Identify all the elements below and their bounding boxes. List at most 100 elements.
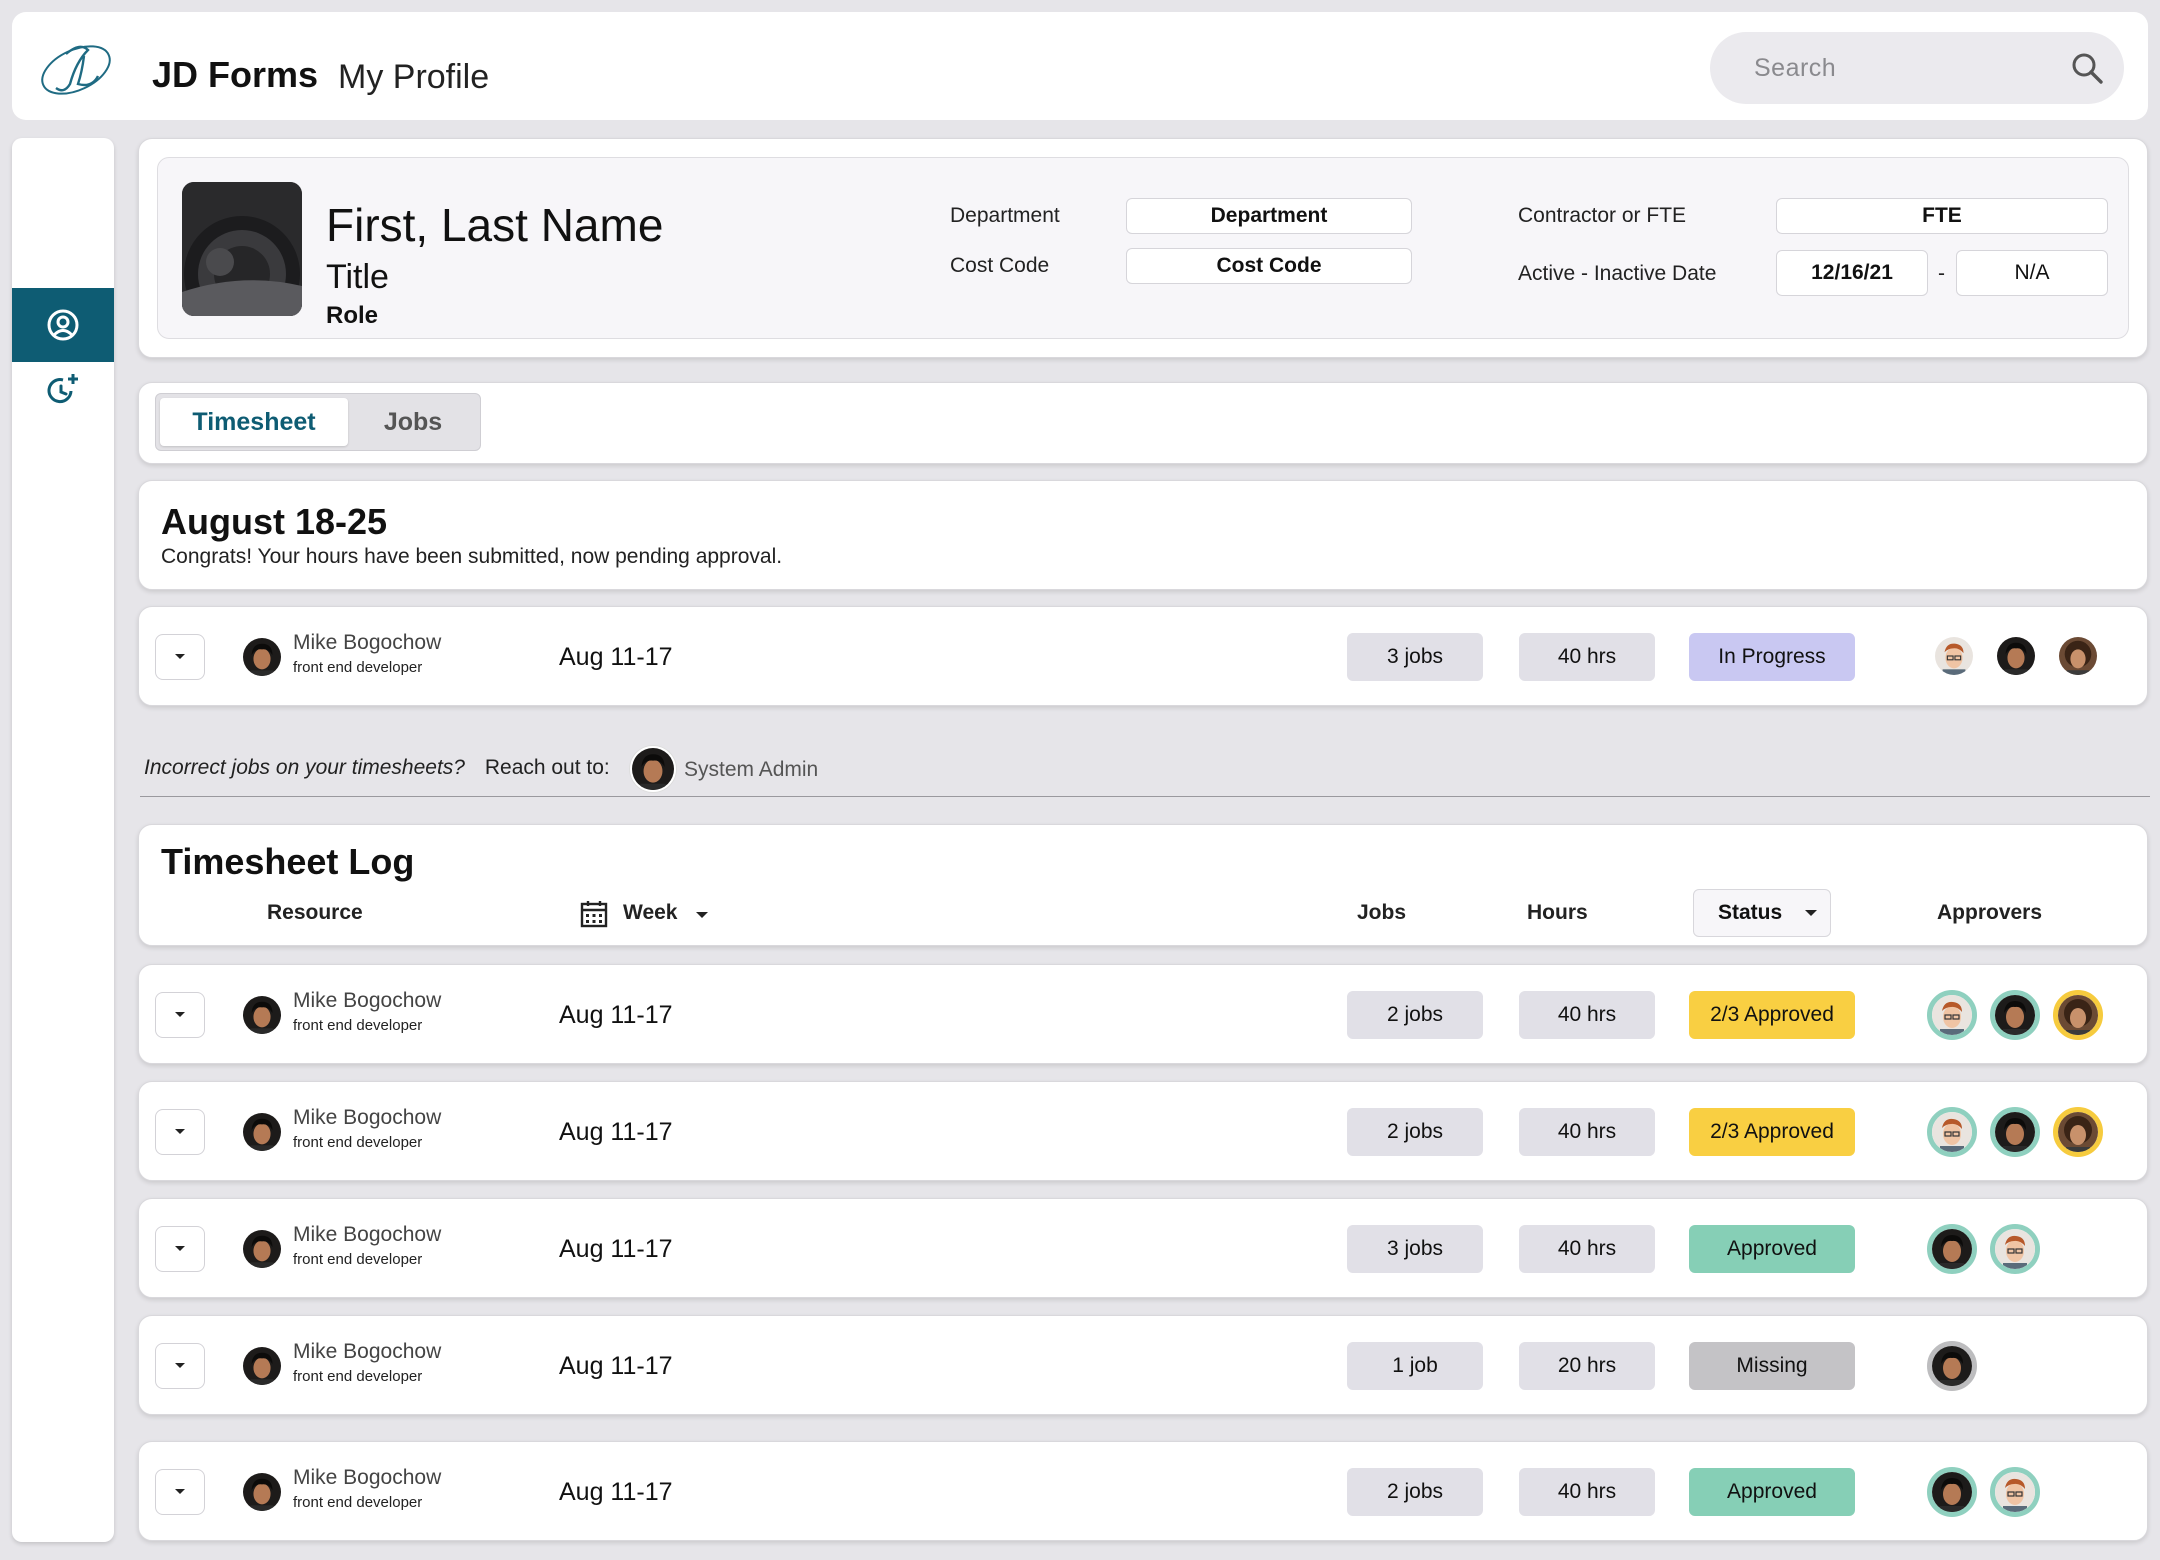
jobs-count: 3 jobs xyxy=(1347,633,1483,681)
status-badge: 2/3 Approved xyxy=(1689,991,1855,1039)
avatar xyxy=(243,638,281,676)
resource-name: Mike Bogochow xyxy=(293,989,442,1012)
department-field[interactable]: Department xyxy=(1126,198,1412,234)
inactive-date-field[interactable]: N/A xyxy=(1956,250,2108,296)
row-week: Aug 11-17 xyxy=(559,1001,673,1029)
status-badge: In Progress xyxy=(1689,633,1855,681)
search-bar[interactable] xyxy=(1710,32,2124,104)
current-week-title: August 18-25 xyxy=(161,501,388,542)
jd-logo[interactable] xyxy=(36,32,116,102)
tab-jobs[interactable]: Jobs xyxy=(348,398,478,446)
expand-button[interactable] xyxy=(155,1109,205,1155)
log-title: Timesheet Log xyxy=(161,841,415,882)
clock-add-icon xyxy=(47,374,78,404)
caret-down-icon xyxy=(175,1129,185,1134)
caret-down-icon xyxy=(175,1489,185,1494)
tab-group: Timesheet Jobs xyxy=(155,393,481,451)
table-row: Mike Bogochow front end developer Aug 11… xyxy=(138,1198,2148,1298)
column-week[interactable]: Week xyxy=(623,901,677,925)
status-filter-dropdown[interactable]: Status xyxy=(1693,889,1831,937)
approver-avatar xyxy=(1927,990,1977,1040)
current-timesheet-row: Mike Bogochow front end developer Aug 11… xyxy=(138,606,2148,706)
profile-card: First, Last Name Title Role Department D… xyxy=(138,138,2148,358)
admin-name[interactable]: System Admin xyxy=(684,758,818,782)
expand-button[interactable] xyxy=(155,1226,205,1272)
divider xyxy=(140,796,2150,797)
row-week: Aug 11-17 xyxy=(559,643,673,671)
sidebar-item-profile-active[interactable] xyxy=(12,288,114,362)
hours-count: 40 hrs xyxy=(1519,1468,1655,1516)
submission-message: Congrats! Your hours have been submitted… xyxy=(161,545,783,568)
status-badge: 2/3 Approved xyxy=(1689,1108,1855,1156)
approver-avatar xyxy=(1935,637,1973,675)
jobs-count: 1 job xyxy=(1347,1342,1483,1390)
resource-name: Mike Bogochow xyxy=(293,1223,442,1246)
caret-down-icon xyxy=(175,1363,185,1368)
resource-name: Mike Bogochow xyxy=(293,1466,442,1489)
contact-question: Incorrect jobs on your timesheets? xyxy=(144,756,465,779)
resource-role: front end developer xyxy=(293,659,423,676)
search-icon[interactable] xyxy=(2070,51,2104,85)
status-badge: Approved xyxy=(1689,1225,1855,1273)
jobs-count: 2 jobs xyxy=(1347,1468,1483,1516)
caret-down-icon xyxy=(175,654,185,659)
resource-name: Mike Bogochow xyxy=(293,1340,442,1363)
expand-button[interactable] xyxy=(155,1343,205,1389)
profile-name: First, Last Name xyxy=(326,199,664,251)
approver-avatar xyxy=(1990,1467,2040,1517)
column-resource: Resource xyxy=(267,901,363,924)
resource-name: Mike Bogochow xyxy=(293,1106,442,1129)
table-row: Mike Bogochow front end developer Aug 11… xyxy=(138,964,2148,1064)
avatar xyxy=(243,1347,281,1385)
resource-name: Mike Bogochow xyxy=(293,631,442,654)
current-week-card: August 18-25 Congrats! Your hours have b… xyxy=(138,480,2148,590)
user-circle-icon xyxy=(47,309,79,341)
contract-label: Contractor or FTE xyxy=(1518,204,1687,227)
table-row: Mike Bogochow front end developer Aug 11… xyxy=(138,1081,2148,1181)
app-name: JD Forms xyxy=(152,54,319,95)
table-row: Mike Bogochow front end developer Aug 11… xyxy=(138,1441,2148,1541)
tabs-card: Timesheet Jobs xyxy=(138,382,2148,464)
contract-field[interactable]: FTE xyxy=(1776,198,2108,234)
tab-timesheet[interactable]: Timesheet xyxy=(160,398,348,446)
expand-button[interactable] xyxy=(155,634,205,680)
approver-avatar xyxy=(1927,1107,1977,1157)
calendar-icon[interactable] xyxy=(579,899,609,929)
approver-avatar xyxy=(1997,637,2035,675)
avatar xyxy=(243,1230,281,1268)
resource-role: front end developer xyxy=(293,1134,423,1151)
week-sort-caret-icon[interactable] xyxy=(695,911,709,919)
active-date-field[interactable]: 12/16/21 xyxy=(1776,250,1928,296)
admin-avatar[interactable] xyxy=(630,746,676,792)
hours-count: 40 hrs xyxy=(1519,1225,1655,1273)
status-badge: Approved xyxy=(1689,1468,1855,1516)
cost-code-label: Cost Code xyxy=(950,254,1050,277)
profile-title: Title xyxy=(326,258,389,296)
chevron-down-icon xyxy=(1805,910,1818,916)
hours-count: 40 hrs xyxy=(1519,1108,1655,1156)
top-bar: JD Forms My Profile xyxy=(12,12,2148,120)
page-title: My Profile xyxy=(338,58,490,96)
approver-avatar xyxy=(1990,990,2040,1040)
approver-avatar xyxy=(1927,1467,1977,1517)
approver-avatar xyxy=(1927,1341,1977,1391)
sidebar-item-timesheet[interactable] xyxy=(12,352,114,426)
cost-code-field[interactable]: Cost Code xyxy=(1126,248,1412,284)
jobs-count: 3 jobs xyxy=(1347,1225,1483,1273)
avatar xyxy=(243,1113,281,1151)
expand-button[interactable] xyxy=(155,992,205,1038)
approver-avatar xyxy=(2053,990,2103,1040)
contact-reach: Reach out to: xyxy=(484,756,610,779)
resource-role: front end developer xyxy=(293,1251,423,1268)
caret-down-icon xyxy=(175,1246,185,1251)
column-jobs: Jobs xyxy=(1357,901,1407,924)
column-hours: Hours xyxy=(1527,901,1588,924)
approver-avatar xyxy=(1990,1224,2040,1274)
profile-avatar xyxy=(182,182,302,316)
department-label: Department xyxy=(950,204,1060,227)
search-input[interactable] xyxy=(1754,48,2054,88)
jobs-count: 2 jobs xyxy=(1347,1108,1483,1156)
profile-role: Role xyxy=(326,302,379,329)
expand-button[interactable] xyxy=(155,1469,205,1515)
approver-avatar xyxy=(2053,1107,2103,1157)
